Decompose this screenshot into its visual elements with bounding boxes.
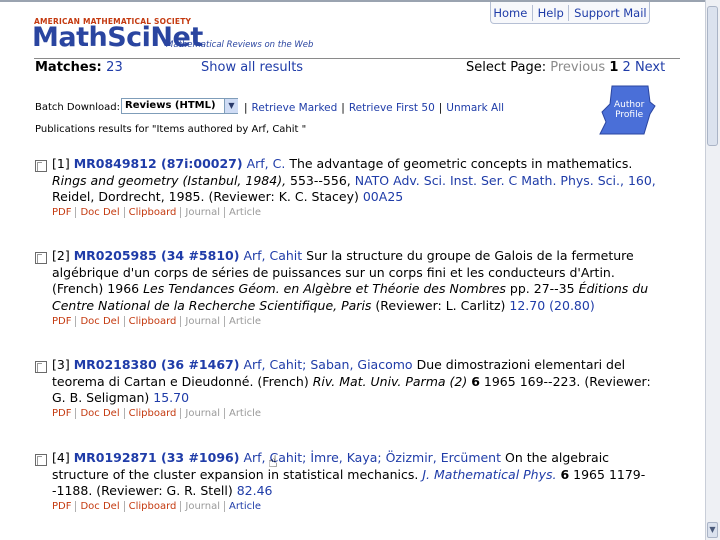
- clipboard-link[interactable]: Clipboard: [123, 316, 181, 327]
- journal-link[interactable]: J. Mathematical Phys.: [422, 467, 556, 482]
- batch-download-label: Batch Download:: [35, 102, 120, 113]
- article-link: Article: [223, 207, 265, 218]
- series-link[interactable]: NATO Adv. Sci. Inst. Ser. C Math. Phys. …: [355, 173, 656, 188]
- nav-divider: [568, 4, 570, 21]
- result-entry-1: [1] MR0849812 (87i:00027) Arf, C. The ad…: [52, 156, 656, 204]
- msc-link[interactable]: 00A25: [363, 189, 403, 204]
- pdf-link[interactable]: PDF: [52, 408, 75, 419]
- doc-del-link[interactable]: Doc Del: [75, 316, 123, 327]
- journal-link: Journal: [180, 408, 224, 419]
- matches-number: 23: [106, 60, 123, 75]
- show-all-results-link[interactable]: Show all results: [201, 60, 303, 75]
- mr-number-link[interactable]: MR0218380 (36 #1467): [74, 357, 240, 372]
- journal-link: Journal: [180, 207, 224, 218]
- matches-label: Matches:: [35, 60, 102, 75]
- author-link[interactable]: Arf, Cahit; Saban, Giacomo: [243, 357, 412, 372]
- entry-tools: PDF Doc Del Clipboard Journal Article: [52, 408, 265, 419]
- doc-del-link[interactable]: Doc Del: [75, 501, 123, 512]
- mark-checkbox[interactable]: [35, 160, 47, 172]
- nav-help-link[interactable]: Help: [538, 6, 564, 20]
- mark-checkbox[interactable]: [35, 361, 47, 373]
- previous-page-link: Previous: [550, 60, 606, 75]
- nav-divider: [531, 4, 533, 21]
- entry-tools: PDF Doc Del Clipboard Journal Article: [52, 207, 265, 218]
- result-entry-2: [2] MR0205985 (34 #5810) Arf, Cahit Sur …: [52, 248, 649, 313]
- journal-link: Journal: [180, 316, 224, 327]
- msc-link[interactable]: 12.70 (20.80): [509, 298, 594, 313]
- batch-links: | Retrieve Marked | Retrieve First 50 | …: [244, 102, 505, 114]
- chevron-down-icon[interactable]: ▼: [224, 99, 238, 113]
- result-entry-4: [4] MR0192871 (33 #1096) Arf, Cahit; İmr…: [52, 450, 646, 498]
- batch-format-select[interactable]: Reviews (HTML): [121, 98, 238, 114]
- hand-cursor-icon: ☝: [268, 452, 278, 471]
- entry-tools: PDF Doc Del Clipboard Journal Article: [52, 316, 265, 327]
- mark-checkbox[interactable]: [35, 252, 47, 264]
- retrieve-marked-link[interactable]: Retrieve Marked: [252, 102, 338, 114]
- msc-link[interactable]: 15.70: [153, 390, 189, 405]
- pdf-link[interactable]: PDF: [52, 501, 75, 512]
- unmark-all-link[interactable]: Unmark All: [446, 102, 504, 114]
- pdf-link[interactable]: PDF: [52, 207, 75, 218]
- nav-support-mail-link[interactable]: Support Mail: [574, 6, 646, 20]
- select-page-label: Select Page:: [466, 60, 547, 75]
- result-entry-3: [3] MR0218380 (36 #1467) Arf, Cahit; Sab…: [52, 357, 651, 405]
- pdf-link[interactable]: PDF: [52, 316, 75, 327]
- matches-count: Matches: 23: [35, 60, 123, 75]
- author-link[interactable]: Arf, C.: [247, 156, 286, 171]
- scrollbar-thumb[interactable]: [707, 6, 718, 146]
- entry-tools: PDF Doc Del Clipboard Journal Article: [52, 501, 265, 512]
- author-link[interactable]: Arf, Cahit: [243, 248, 302, 263]
- clipboard-link[interactable]: Clipboard: [123, 207, 181, 218]
- retrieve-first-50-link[interactable]: Retrieve First 50: [349, 102, 435, 114]
- article-link[interactable]: Article: [223, 501, 265, 512]
- mark-checkbox[interactable]: [35, 454, 47, 466]
- mr-number-link[interactable]: MR0205985 (34 #5810): [74, 248, 240, 263]
- doc-del-link[interactable]: Doc Del: [75, 408, 123, 419]
- article-link: Article: [223, 408, 265, 419]
- entry-journal: Riv. Mat. Univ. Parma (2): [312, 373, 468, 389]
- page-selector: Select Page: Previous 1 2 Next: [466, 60, 665, 75]
- mr-number-link[interactable]: MR0192871 (33 #1096): [74, 450, 240, 465]
- doc-del-link[interactable]: Doc Del: [75, 207, 123, 218]
- current-page-1: 1: [609, 60, 619, 75]
- journal-link: Journal: [180, 501, 224, 512]
- mr-number-link[interactable]: MR0849812 (87i:00027): [74, 156, 243, 171]
- tagline: Mathematical Reviews on the Web: [166, 40, 314, 50]
- scroll-down-arrow-icon[interactable]: ▼: [707, 522, 718, 538]
- entry-venue: Les Tendances Géom. en Algèbre et Théori…: [143, 281, 506, 296]
- entry-title: The advantage of geometric concepts in m…: [289, 156, 633, 171]
- msc-link[interactable]: 82.46: [237, 483, 273, 498]
- author-profile-link[interactable]: Author Profile: [614, 100, 644, 120]
- page-2-link[interactable]: 2: [623, 60, 631, 75]
- clipboard-link[interactable]: Clipboard: [123, 501, 181, 512]
- header-divider: [34, 58, 680, 59]
- next-page-link[interactable]: Next: [635, 60, 665, 75]
- entry-venue: Rings and geometry (Istanbul, 1984),: [52, 172, 287, 188]
- author-link[interactable]: Arf, Cahit; İmre, Kaya; Özizmir, Ercümen…: [243, 450, 501, 465]
- nav-home-link[interactable]: Home: [493, 6, 527, 20]
- top-nav: Home Help Support Mail: [490, 2, 650, 24]
- clipboard-link[interactable]: Clipboard: [123, 408, 181, 419]
- publications-results-heading: Publications results for "Items authored…: [35, 124, 307, 135]
- article-link: Article: [223, 316, 265, 327]
